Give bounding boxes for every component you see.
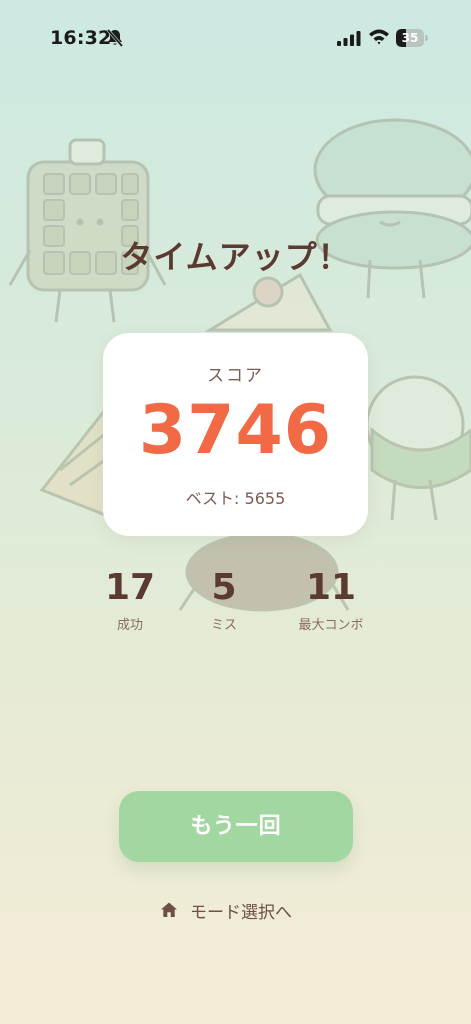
cellular-signal-icon [337,31,361,46]
mode-select-link[interactable]: モード選択へ [160,895,292,925]
bell-slash-icon [106,29,124,47]
stat-max-combo-label: 最大コンボ [298,618,364,633]
battery-icon: 35 [396,29,428,47]
waffle-character [8,138,167,323]
best-score: ベスト: 5655 [185,489,286,508]
wifi-icon [369,29,389,45]
matcha-mochi-character [365,375,471,521]
home-icon [161,902,177,917]
retry-button[interactable]: もう一回 [119,791,353,862]
mode-select-label: モード選択へ [190,902,292,923]
score-value: 3746 [138,391,333,470]
stat-miss-value: 5 [211,567,237,608]
cake-slice-character [204,272,333,332]
status-bar: 16:32 35 [0,0,471,76]
score-label: スコア [207,366,264,386]
status-time: 16:32 [50,27,112,49]
stat-max-combo: 11 最大コンボ [271,566,391,633]
time-up-title: タイムアップ！ [120,238,351,276]
stat-max-combo-value: 11 [305,567,357,608]
battery-percentage: 35 [401,31,419,45]
stat-miss-label: ミス [210,618,237,633]
score-card: スコア 3746 ベスト: 5655 [103,333,368,536]
stat-miss: 5 ミス [164,566,284,633]
